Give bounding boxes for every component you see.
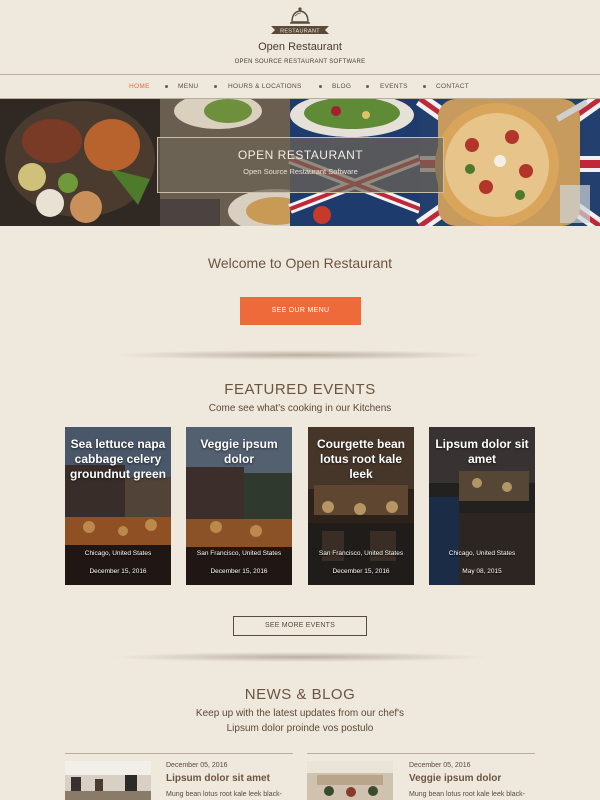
event-date: December 15, 2016	[89, 568, 147, 575]
event-card[interactable]: Veggie ipsum dolor San Francisco, United…	[186, 427, 292, 585]
blog-post-title[interactable]: Veggie ipsum dolor	[409, 773, 501, 784]
event-title[interactable]: Veggie ipsum dolor	[190, 437, 288, 467]
blog-post-excerpt: Mung bean lotus root kale leek black-	[409, 791, 525, 798]
featured-events-subheading: Come see what's cooking in our Kitchens	[208, 403, 392, 414]
blog-post-date: December 05, 2016	[409, 762, 471, 769]
event-date: December 15, 2016	[210, 568, 268, 575]
event-location: Chicago, United States	[448, 550, 516, 557]
hero-banner: OPEN RESTAURANT Open Source Restaurant S…	[0, 99, 600, 226]
main-nav: HOME MENU HOURS & LOCATIONS BLOG EVENTS …	[0, 74, 600, 99]
blog-divider	[307, 753, 535, 754]
see-more-events-button[interactable]: SEE MORE EVENTS	[233, 616, 367, 636]
event-card[interactable]: Lipsum dolor sit amet Chicago, United St…	[429, 427, 535, 585]
blog-divider	[65, 753, 293, 754]
nav-item-events[interactable]: EVENTS	[380, 83, 408, 90]
section-divider	[110, 652, 490, 662]
nav-separator	[165, 85, 168, 88]
nav-item-blog[interactable]: BLOG	[332, 83, 351, 90]
nav-separator	[214, 85, 217, 88]
see-menu-button[interactable]: SEE OUR MENU	[240, 297, 361, 325]
nav-separator	[366, 85, 369, 88]
site-tagline: OPEN SOURCE RESTAURANT SOFTWARE	[234, 59, 366, 65]
blog-post-title[interactable]: Lipsum dolor sit amet	[166, 773, 270, 784]
event-card[interactable]: Courgette bean lotus root kale leek San …	[308, 427, 414, 585]
event-title[interactable]: Sea lettuce napa cabbage celery groundnu…	[69, 437, 167, 482]
blog-post-thumbnail[interactable]	[307, 761, 393, 800]
blog-post-date: December 05, 2016	[166, 762, 228, 769]
nav-item-menu[interactable]: MENU	[178, 83, 198, 90]
nav-item-hours-locations[interactable]: HOURS & LOCATIONS	[228, 83, 302, 90]
blog-image	[65, 761, 151, 800]
event-date: May 08, 2015	[462, 568, 502, 575]
site-header: RESTAURANT Open Restaurant OPEN SOURCE R…	[0, 0, 600, 75]
welcome-heading: Welcome to Open Restaurant	[207, 255, 393, 271]
news-blog-subheading: Lipsum dolor proinde vos postulo	[226, 723, 374, 734]
news-blog-heading: NEWS & BLOG	[244, 686, 356, 703]
event-location: Chicago, United States	[84, 550, 152, 557]
news-blog-subheading: Keep up with the latest updates from our…	[195, 708, 405, 719]
nav-separator	[319, 85, 322, 88]
hero-title-box: OPEN RESTAURANT Open Source Restaurant S…	[157, 137, 444, 193]
nav-separator	[423, 85, 426, 88]
hero-title: OPEN RESTAURANT	[237, 148, 364, 162]
blog-image	[307, 761, 393, 800]
nav-item-contact[interactable]: CONTACT	[436, 83, 469, 90]
site-title[interactable]: Open Restaurant	[0, 41, 600, 53]
event-title[interactable]: Lipsum dolor sit amet	[433, 437, 531, 467]
event-date: December 15, 2016	[332, 568, 390, 575]
nav-item-home[interactable]: HOME	[129, 83, 150, 90]
hero-subtitle: Open Source Restaurant Software	[243, 167, 358, 176]
event-location: San Francisco, United States	[196, 550, 282, 557]
blog-post-excerpt: Mung bean lotus root kale leek black-	[166, 791, 282, 798]
logo-text: RESTAURANT	[280, 29, 320, 35]
featured-events-heading: FEATURED EVENTS	[224, 381, 376, 398]
event-title[interactable]: Courgette bean lotus root kale leek	[312, 437, 410, 482]
event-card[interactable]: Sea lettuce napa cabbage celery groundnu…	[65, 427, 171, 585]
event-location: San Francisco, United States	[318, 550, 404, 557]
blog-post-thumbnail[interactable]	[65, 761, 151, 800]
section-divider	[110, 350, 490, 360]
cloche-icon[interactable]: RESTAURANT	[265, 6, 335, 36]
